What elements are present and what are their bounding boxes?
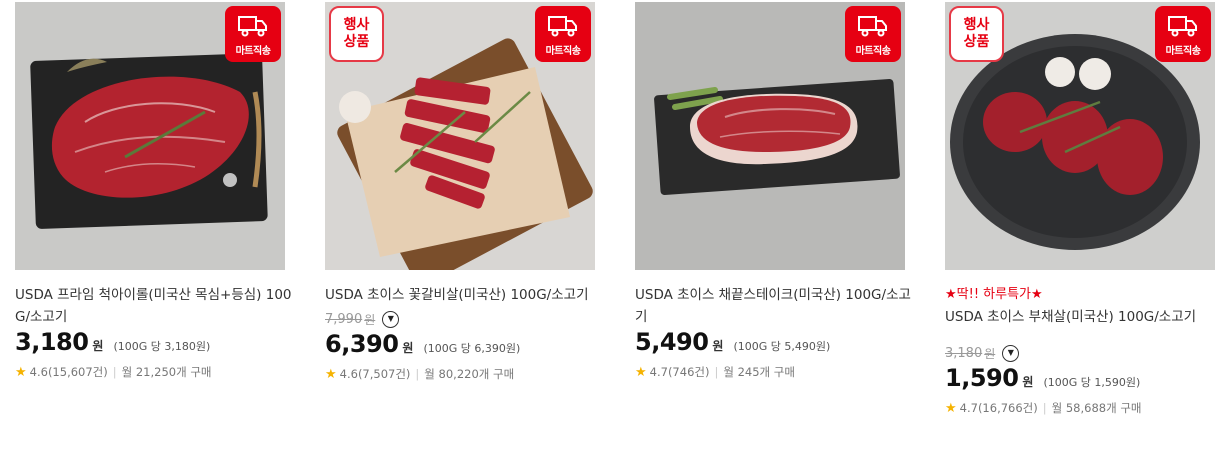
- rating-text: 4.7(746건): [649, 365, 710, 379]
- delivery-badge-label: 마트직송: [855, 46, 891, 57]
- product-card[interactable]: 마트직송 USDA 초이스 채끝스테이크(미국산) 100G/소고기 5,490…: [635, 2, 911, 380]
- product-title[interactable]: USDA 초이스 채끝스테이크(미국산) 100G/소고기: [635, 284, 915, 328]
- sale-price: 5,490: [635, 328, 709, 356]
- price-row: 1,590 원 (100G 당 1,590원): [945, 364, 1225, 398]
- unit-price: (100G 당 1,590원): [1043, 376, 1141, 389]
- rating-text: 4.6(15,607건): [29, 365, 108, 379]
- delivery-truck-icon: [238, 16, 267, 37]
- divider: |: [415, 367, 420, 381]
- product-image[interactable]: 행사 상품 마트직송: [325, 2, 595, 270]
- unit-price: (100G 당 6,390원): [423, 342, 521, 355]
- price-row: 5,490 원 (100G 당 5,490원): [635, 328, 915, 362]
- promo-label: ★딱!! 하루특가★: [945, 287, 1043, 302]
- star-icon: ★: [945, 400, 957, 416]
- star-icon: ★: [325, 366, 337, 382]
- original-price: 7,990: [325, 311, 363, 327]
- product-card[interactable]: 행사 상품 마트직송 ★딱!! 하루특가★ USDA 초이스 부채살(미국산) …: [945, 2, 1215, 416]
- product-image[interactable]: 마트직송: [15, 2, 285, 270]
- sale-price: 6,390: [325, 330, 399, 358]
- unit-price: (100G 당 3,180원): [113, 340, 211, 353]
- event-badge: 행사 상품: [949, 6, 1004, 62]
- delivery-truck-icon: [858, 16, 887, 37]
- event-badge-label: 행사 상품: [963, 17, 990, 50]
- purchase-count: 월 80,220개 구매: [424, 367, 515, 381]
- rating-row: ★ 4.6(7,507건) | 월 80,220개 구매: [325, 364, 605, 384]
- product-card[interactable]: 행사 상품 마트직송 USDA 초이스 꽃갈비살(미국산) 100G/소고기 7…: [325, 2, 595, 382]
- original-currency: 원: [984, 346, 996, 361]
- star-icon: ★: [15, 364, 27, 380]
- chevron-down-circle-icon[interactable]: ▼: [382, 310, 400, 328]
- currency-label: 원: [402, 341, 414, 355]
- rating-row: ★ 4.7(16,766건) | 월 58,688개 구매: [945, 398, 1225, 418]
- event-badge-label: 행사 상품: [343, 17, 370, 50]
- original-currency: 원: [364, 312, 376, 327]
- product-info: USDA 프라임 척아이롤(미국산 목심+등심) 100G/소고기 3,180 …: [15, 284, 295, 382]
- currency-label: 원: [92, 339, 104, 353]
- rating-text: 4.6(7,507건): [339, 367, 411, 381]
- price-row: 6,390 원 (100G 당 6,390원): [325, 330, 605, 364]
- delivery-truck-icon: [1168, 16, 1197, 37]
- product-image[interactable]: 마트직송: [635, 2, 905, 270]
- currency-label: 원: [712, 339, 724, 353]
- product-info: ★딱!! 하루특가★ USDA 초이스 부채살(미국산) 100G/소고기 3,…: [945, 284, 1225, 418]
- currency-label: 원: [1022, 375, 1034, 389]
- event-badge: 행사 상품: [329, 6, 384, 62]
- star-icon: ★: [635, 364, 647, 380]
- sale-price: 1,590: [945, 364, 1019, 392]
- price-row: 3,180 원 (100G 당 3,180원): [15, 328, 295, 362]
- chevron-down-circle-icon[interactable]: ▼: [1002, 344, 1020, 362]
- mart-delivery-badge: 마트직송: [225, 6, 281, 62]
- product-title[interactable]: USDA 프라임 척아이롤(미국산 목심+등심) 100G/소고기: [15, 284, 295, 328]
- delivery-badge-label: 마트직송: [1165, 46, 1201, 57]
- divider: |: [714, 365, 719, 379]
- divider: |: [1042, 401, 1047, 415]
- original-price: 3,180: [945, 345, 983, 361]
- delivery-badge-label: 마트직송: [235, 46, 271, 57]
- purchase-count: 월 21,250개 구매: [121, 365, 212, 379]
- product-title[interactable]: USDA 초이스 부채살(미국산) 100G/소고기: [945, 306, 1225, 328]
- sale-price: 3,180: [15, 328, 89, 356]
- product-info: USDA 초이스 꽃갈비살(미국산) 100G/소고기 7,990 원 ▼ 6,…: [325, 284, 605, 384]
- delivery-truck-icon: [548, 16, 577, 37]
- purchase-count: 월 245개 구매: [723, 365, 795, 379]
- mart-delivery-badge: 마트직송: [1155, 6, 1211, 62]
- rating-row: ★ 4.7(746건) | 월 245개 구매: [635, 362, 915, 382]
- original-price-row: 3,180 원 ▼: [945, 342, 1225, 364]
- purchase-count: 월 58,688개 구매: [1051, 401, 1142, 415]
- product-card[interactable]: 마트직송 USDA 프라임 척아이롤(미국산 목심+등심) 100G/소고기 3…: [15, 2, 292, 380]
- product-image[interactable]: 행사 상품 마트직송: [945, 2, 1215, 270]
- product-title[interactable]: USDA 초이스 꽃갈비살(미국산) 100G/소고기: [325, 284, 605, 306]
- original-price-row: 7,990 원 ▼: [325, 308, 605, 330]
- mart-delivery-badge: 마트직송: [845, 6, 901, 62]
- rating-text: 4.7(16,766건): [959, 401, 1038, 415]
- divider: |: [112, 365, 117, 379]
- rating-row: ★ 4.6(15,607건) | 월 21,250개 구매: [15, 362, 295, 382]
- unit-price: (100G 당 5,490원): [733, 340, 831, 353]
- mart-delivery-badge: 마트직송: [535, 6, 591, 62]
- product-info: USDA 초이스 채끝스테이크(미국산) 100G/소고기 5,490 원 (1…: [635, 284, 915, 382]
- delivery-badge-label: 마트직송: [545, 46, 581, 57]
